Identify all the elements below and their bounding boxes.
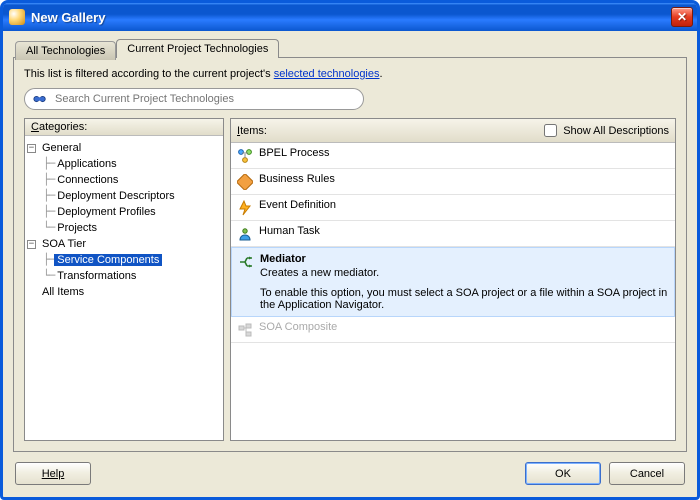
close-button[interactable]: ✕: [671, 7, 693, 27]
item-description: Creates a new mediator.: [260, 267, 668, 279]
collapse-icon[interactable]: −: [27, 144, 36, 153]
categories-label: Categories:: [31, 121, 217, 133]
categories-header: Categories:: [25, 119, 223, 136]
filter-prefix: This list is filtered according to the c…: [24, 68, 274, 80]
item-soa-composite[interactable]: SOA Composite: [231, 317, 675, 343]
item-event-definition[interactable]: Event Definition: [231, 195, 675, 221]
tree-node-deployment-profiles[interactable]: ├─Deployment Profiles: [27, 204, 221, 220]
tree-node-deployment-descriptors[interactable]: ├─Deployment Descriptors: [27, 188, 221, 204]
tab-label: All Technologies: [26, 45, 105, 57]
item-mediator[interactable]: Mediator Creates a new mediator. To enab…: [231, 247, 675, 317]
tabstrip: All Technologies Current Project Technol…: [3, 31, 697, 58]
tab-all-technologies[interactable]: All Technologies: [15, 41, 116, 60]
filter-description: This list is filtered according to the c…: [24, 68, 676, 80]
items-pane: Items: Show All Descriptions BPEL Proces…: [230, 118, 676, 441]
bpel-icon: [237, 148, 253, 164]
app-icon: [9, 9, 25, 25]
item-label: BPEL Process: [259, 147, 330, 159]
tab-label: Current Project Technologies: [127, 43, 268, 55]
categories-pane: Categories: −General ├─Applications ├─Co…: [24, 118, 224, 441]
tree-node-projects[interactable]: └─Projects: [27, 220, 221, 236]
split-panels: Categories: −General ├─Applications ├─Co…: [24, 118, 676, 441]
composite-icon: [237, 322, 253, 338]
item-label: Mediator: [260, 253, 668, 265]
show-all-checkbox-input[interactable]: [544, 124, 557, 137]
client-area: All Technologies Current Project Technol…: [3, 31, 697, 497]
tree-node-all-items[interactable]: All Items: [27, 284, 221, 300]
item-human-task[interactable]: Human Task: [231, 221, 675, 247]
window-title: New Gallery: [31, 10, 671, 25]
search-field-wrap: [24, 88, 364, 110]
item-disabled-reason: To enable this option, you must select a…: [260, 287, 668, 311]
close-icon: ✕: [677, 10, 687, 24]
human-task-icon: [237, 226, 253, 242]
help-button[interactable]: Help: [15, 462, 91, 485]
categories-tree[interactable]: −General ├─Applications ├─Connections ├─…: [25, 136, 223, 440]
rules-icon: [237, 174, 253, 190]
search-input[interactable]: [53, 92, 355, 106]
tree-node-soa-tier[interactable]: −SOA Tier: [27, 236, 221, 252]
tree-node-service-components[interactable]: ├─Service Components: [27, 252, 221, 268]
tree-node-applications[interactable]: ├─Applications: [27, 156, 221, 172]
selected-technologies-link[interactable]: selected technologies: [274, 68, 380, 80]
dialog-window: New Gallery ✕ All Technologies Current P…: [0, 0, 700, 500]
tree-node-transformations[interactable]: └─Transformations: [27, 268, 221, 284]
collapse-icon[interactable]: −: [27, 240, 36, 249]
mediator-icon: [238, 254, 254, 270]
button-bar: Help OK Cancel: [3, 452, 697, 497]
item-business-rules[interactable]: Business Rules: [231, 169, 675, 195]
item-label: Business Rules: [259, 173, 335, 185]
item-label: Event Definition: [259, 199, 336, 211]
item-bpel-process[interactable]: BPEL Process: [231, 143, 675, 169]
items-label: Items:: [237, 125, 540, 137]
item-label: SOA Composite: [259, 321, 337, 333]
cancel-button[interactable]: Cancel: [609, 462, 685, 485]
titlebar: New Gallery ✕: [3, 3, 697, 31]
show-all-descriptions-checkbox[interactable]: Show All Descriptions: [540, 121, 669, 140]
tree-node-connections[interactable]: ├─Connections: [27, 172, 221, 188]
tab-current-project-technologies[interactable]: Current Project Technologies: [116, 39, 279, 58]
show-all-label: Show All Descriptions: [563, 125, 669, 137]
items-list: BPEL Process Business Rules: [231, 143, 675, 440]
ok-button[interactable]: OK: [525, 462, 601, 485]
item-label: Human Task: [259, 225, 320, 237]
event-icon: [237, 200, 253, 216]
tree-node-general[interactable]: −General: [27, 140, 221, 156]
binoculars-icon: [33, 92, 47, 106]
tab-panel: This list is filtered according to the c…: [13, 57, 687, 452]
filter-suffix: .: [380, 68, 383, 80]
items-header: Items: Show All Descriptions: [231, 119, 675, 143]
